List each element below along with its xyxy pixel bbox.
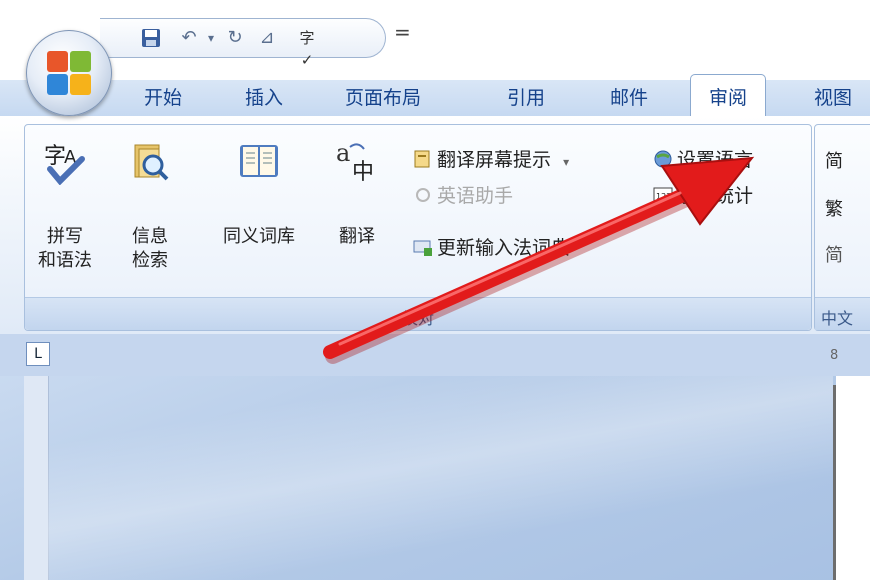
update-ime-label: 更新输入法词典	[437, 237, 571, 259]
word-count-label: 字数统计	[677, 185, 754, 207]
svg-text:123: 123	[656, 192, 671, 201]
workspace-sheen	[48, 376, 833, 580]
chinese-group-footer: 中文	[815, 297, 870, 330]
update-ime-icon	[413, 240, 432, 256]
word-count-button[interactable]: 123 字数统计	[653, 181, 753, 211]
traditional-button[interactable]: 繁	[825, 195, 843, 221]
translate-button[interactable]: a 中 翻译	[327, 137, 387, 287]
ribbon: 字 A 拼写 和语法 信息 检索 同义词库 a 中 翻译 翻译屏幕提示 ▾ 英语…	[0, 116, 870, 334]
ribbon-tabs: 开始 插入 页面布局 引用 邮件 审阅 视图	[0, 74, 870, 118]
proofing-group-label: 校对	[401, 309, 434, 328]
spelling-grammar-label: 拼写 和语法	[38, 226, 92, 271]
thesaurus-label: 同义词库	[223, 226, 295, 247]
screentip-icon	[414, 150, 430, 168]
tab-view[interactable]: 视图	[810, 80, 856, 116]
tab-selector-button[interactable]: L	[26, 342, 50, 366]
save-icon[interactable]	[140, 27, 162, 49]
spelling-grammar-icon: 字 A	[44, 144, 85, 185]
office-button[interactable]	[26, 30, 112, 116]
tab-review[interactable]: 审阅	[690, 74, 767, 118]
svg-text:字: 字	[44, 144, 66, 169]
office-logo-icon	[47, 51, 91, 95]
chinese-conversion-group: 简 繁 简 中文	[814, 124, 870, 331]
set-language-button[interactable]: 设置语言	[653, 145, 753, 175]
tab-page-layout[interactable]: 页面布局	[341, 80, 425, 116]
translate-screentip-label: 翻译屏幕提示	[437, 149, 552, 171]
set-language-label: 设置语言	[677, 149, 754, 171]
document-page[interactable]	[836, 376, 870, 580]
screentip-dropdown-icon[interactable]: ▾	[563, 155, 569, 169]
research-button[interactable]: 信息 检索	[121, 137, 179, 287]
word-count-icon: 123	[653, 187, 673, 203]
update-ime-dictionary-button[interactable]: 更新输入法词典	[413, 233, 570, 263]
page-edge	[833, 385, 836, 580]
globe-icon	[654, 150, 672, 168]
vertical-ruler	[24, 376, 49, 580]
tab-references[interactable]: 引用	[503, 80, 549, 116]
research-label: 信息 检索	[132, 226, 168, 271]
svg-text:中: 中	[352, 160, 374, 185]
translate-icon: a 中	[336, 139, 374, 185]
research-icon	[134, 144, 169, 181]
thesaurus-icon	[240, 145, 278, 177]
svg-text:a: a	[336, 139, 350, 167]
chinese-group-label: 中文	[821, 309, 854, 328]
proofing-group-footer: 校对	[25, 297, 811, 330]
english-assistant-label: 英语助手	[437, 185, 514, 207]
tab-insert[interactable]: 插入	[241, 80, 287, 116]
undo-dropdown-icon[interactable]: ▾	[200, 27, 222, 49]
spelling-grammar-button[interactable]: 字 A 拼写 和语法	[27, 137, 103, 287]
ruler-number: 8	[830, 348, 840, 363]
tab-home[interactable]: 开始	[140, 80, 186, 116]
quick-access-toolbar: ↶ ▾ ↻ ⊿ 字✓	[100, 18, 386, 69]
proofing-group: 字 A 拼写 和语法 信息 检索 同义词库 a 中 翻译 翻译屏幕提示 ▾ 英语…	[24, 124, 812, 331]
translate-screentip-button[interactable]: 翻译屏幕提示 ▾	[413, 145, 569, 175]
convert-button[interactable]: 简	[825, 241, 843, 267]
simplified-button[interactable]: 简	[825, 147, 843, 173]
tab-mailings[interactable]: 邮件	[606, 80, 652, 116]
thesaurus-button[interactable]: 同义词库	[207, 137, 311, 287]
customize-qat-icon[interactable]: =	[394, 20, 411, 44]
spelling-qat-icon[interactable]: 字✓	[296, 27, 318, 69]
english-assistant-button[interactable]: 英语助手	[413, 181, 513, 211]
ruler-bar: L 8	[0, 334, 870, 376]
redo-icon[interactable]: ↻	[224, 27, 246, 49]
translate-label: 翻译	[339, 226, 375, 247]
undo-icon[interactable]: ↶	[178, 27, 200, 49]
english-assistant-icon	[416, 188, 430, 202]
format-icon[interactable]: ⊿	[256, 27, 278, 49]
